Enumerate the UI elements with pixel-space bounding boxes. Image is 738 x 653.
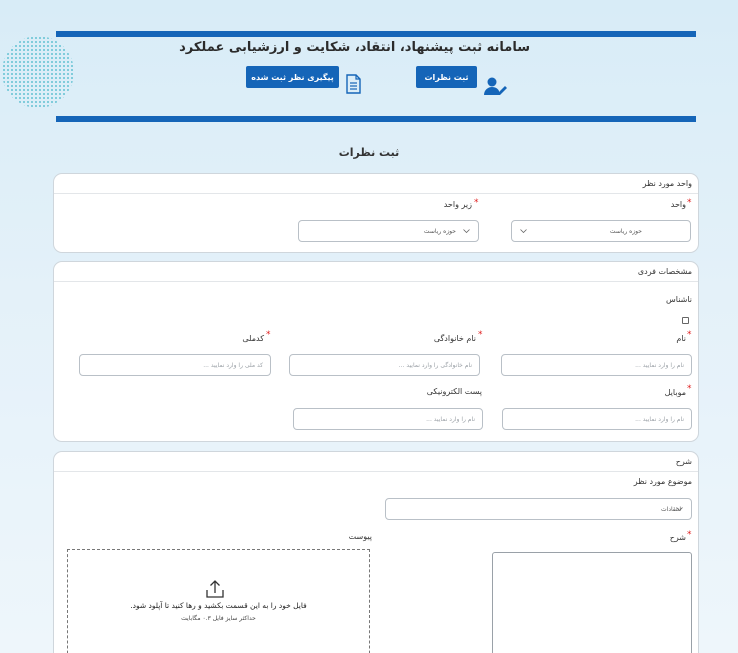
required-star: * bbox=[474, 198, 479, 208]
page-title: ثبت نظرات bbox=[338, 146, 400, 159]
header-bottom-bar bbox=[56, 116, 696, 122]
required-star: * bbox=[687, 384, 692, 394]
anonymous-label: ناشناس bbox=[666, 295, 692, 304]
mobile-label: موبایل bbox=[664, 388, 686, 397]
national-code-input[interactable]: کد ملی را وارد نمایید ... bbox=[79, 354, 271, 376]
topic-label: موضوع مورد نظر bbox=[633, 477, 692, 486]
subunit-label: زیر واحد bbox=[443, 200, 472, 209]
dropzone-text: فایل خود را به این قسمت بکشید و رها کنید… bbox=[130, 601, 307, 610]
file-dropzone[interactable]: فایل خود را به این قسمت بکشید و رها کنید… bbox=[67, 549, 370, 653]
subunit-select-value: حوزه ریاست bbox=[423, 228, 456, 235]
last-name-label: نام خانوادگی bbox=[433, 334, 476, 343]
personal-card-heading: مشخصات فردی bbox=[54, 262, 698, 282]
required-star: * bbox=[266, 330, 271, 340]
chevron-down-icon bbox=[463, 229, 470, 233]
user-edit-icon bbox=[484, 77, 507, 95]
subunit-select[interactable]: حوزه ریاست bbox=[298, 220, 479, 242]
required-star: * bbox=[478, 330, 483, 340]
required-star: * bbox=[687, 530, 692, 540]
attachment-label: پیوست bbox=[348, 532, 372, 541]
track-submission-button[interactable]: پیگیری نظر ثبت شده bbox=[246, 66, 339, 88]
dropzone-hint: حداکثر سایز فایل ۰.۳ مگابایت bbox=[181, 615, 256, 622]
chevron-down-icon bbox=[676, 507, 683, 511]
topic-select[interactable]: انتقادات bbox=[385, 498, 692, 520]
description-textarea[interactable] bbox=[492, 552, 692, 653]
email-input[interactable]: نام را وارد نمایید ... bbox=[293, 408, 483, 430]
description-label: شرح bbox=[669, 533, 686, 542]
first-name-input[interactable]: نام را وارد نمایید ... bbox=[501, 354, 692, 376]
unit-label: واحد bbox=[670, 200, 686, 209]
anonymous-checkbox[interactable] bbox=[682, 317, 689, 324]
description-card-heading: شرح bbox=[54, 452, 698, 472]
first-name-label: نام bbox=[676, 334, 686, 343]
national-code-label: کدملی bbox=[242, 334, 264, 343]
description-card: شرح موضوع مورد نظر انتقادات * شرح پیوست … bbox=[53, 451, 699, 653]
document-icon bbox=[346, 74, 361, 94]
unit-card-heading: واحد مورد نظر bbox=[54, 174, 698, 194]
unit-card: واحد مورد نظر * واحد حوزه ریاست * زیر وا… bbox=[53, 173, 699, 253]
chevron-down-icon bbox=[520, 229, 527, 233]
mobile-input[interactable]: نام را وارد نمایید ... bbox=[502, 408, 692, 430]
personal-info-card: مشخصات فردی ناشناس * نام نام را وارد نما… bbox=[53, 261, 699, 442]
header-top-bar bbox=[56, 31, 696, 37]
site-title: سامانه ثبت پیشنهاد، انتقاد، شکایت و ارزش… bbox=[179, 40, 530, 55]
last-name-input[interactable]: نام خانوادگی را وارد نمایید ... bbox=[289, 354, 480, 376]
unit-select[interactable]: حوزه ریاست bbox=[511, 220, 691, 242]
unit-select-value: حوزه ریاست bbox=[609, 228, 642, 235]
required-star: * bbox=[687, 330, 692, 340]
submit-feedback-button[interactable]: ثبت نظرات bbox=[416, 66, 477, 88]
required-star: * bbox=[687, 198, 692, 208]
email-label: پست الکترونیکی bbox=[426, 387, 482, 396]
upload-icon bbox=[206, 580, 224, 598]
